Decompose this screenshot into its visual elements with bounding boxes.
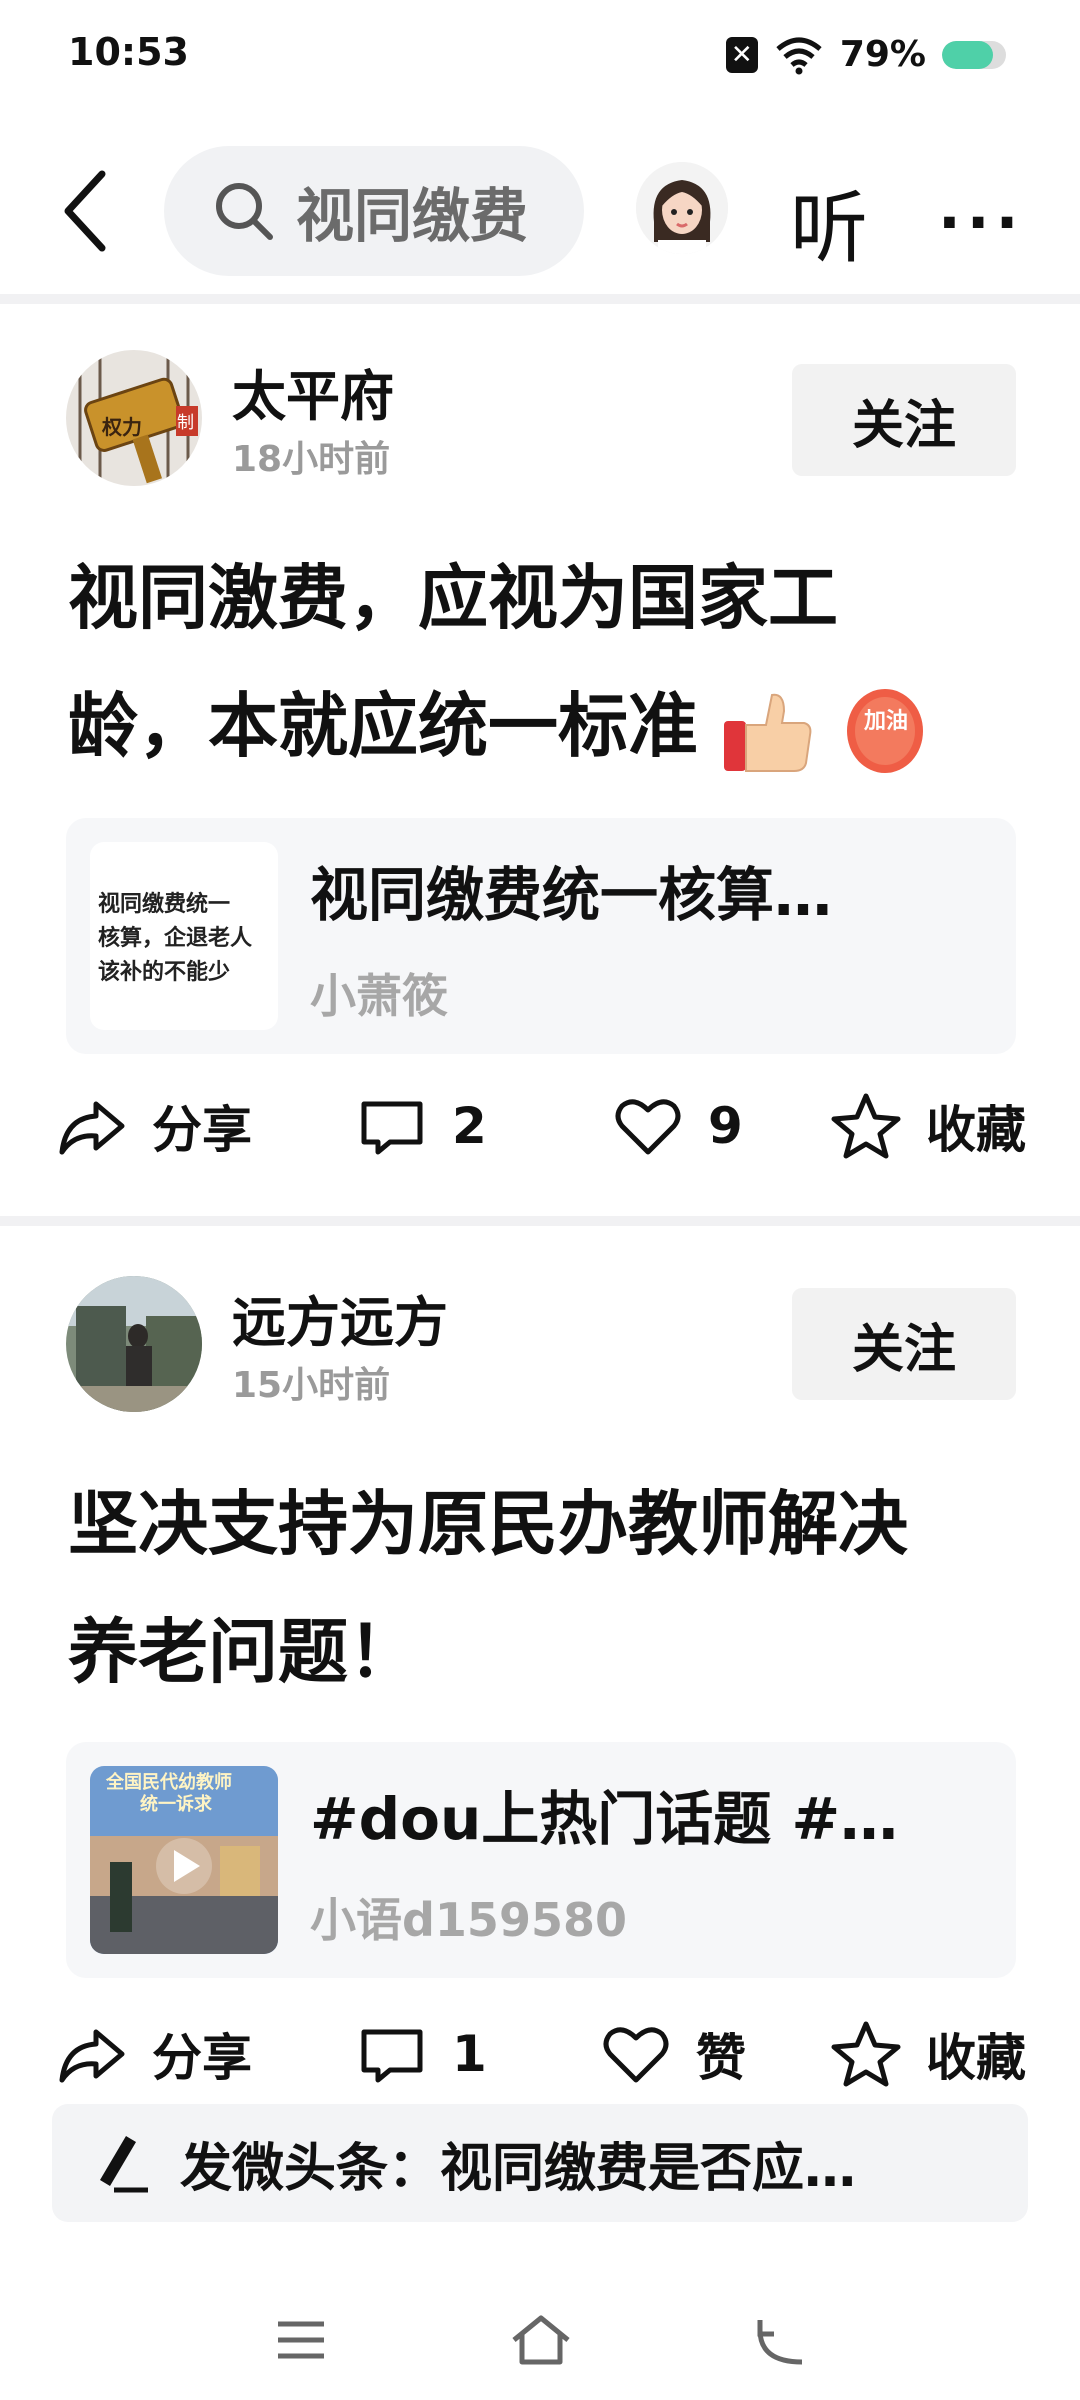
video-thumbnail: 全国民代幼教师 统一诉求 [90,1766,278,1954]
post-text-line: 坚决支持为原民办教师解决 [68,1483,908,1565]
reference-thumbnail: 视同缴费统一 核算，企退老人 该补的不能少 [90,842,278,1030]
post-actions: 分享 2 9 收藏 [0,1090,1080,1180]
no-sim-icon: ✕ [725,36,758,73]
author-avatar[interactable] [66,1276,202,1412]
star-icon [831,2021,901,2087]
comment-icon [361,2029,423,2083]
jiayou-lantern-icon: 加油 [846,688,923,773]
like-button[interactable]: 9 [612,1090,743,1162]
post-text[interactable]: 视同激费，应视为国家工 龄，本就应统一标准 加油 [68,534,1028,790]
svg-text:加油: 加油 [863,709,908,734]
post-text-line-2: 龄，本就应统一标准 加油 [68,662,1028,790]
star-icon [831,1093,901,1159]
listen-button[interactable]: 听 [790,166,868,278]
status-time: 10:53 [68,30,189,74]
like-button[interactable]: 赞 [600,2018,746,2090]
video-reference-card[interactable]: 全国民代幼教师 统一诉求 #dou上热门话题 #… 小语d159580 [66,1742,1016,1978]
compose-post-bar[interactable]: 发微头条：视同缴费是否应… [52,2104,1028,2222]
svg-text:全国民代幼教师: 全国民代幼教师 [105,1771,232,1793]
reference-author: 小萧筱 [310,969,448,1023]
home-icon[interactable] [506,2310,576,2370]
search-query: 视同缴费 [296,182,529,250]
reference-title: 视同缴费统一核算… [310,861,833,929]
wifi-icon [776,37,822,74]
divider [0,294,1080,304]
follow-button[interactable]: 关注 [792,1288,1016,1400]
post-text-line-2: 养老问题！ [68,1611,418,1693]
user-avatar[interactable] [636,162,728,254]
share-icon [59,1101,125,1155]
pen-icon [100,2136,148,2193]
follow-button[interactable]: 关注 [792,364,1016,476]
search-bar[interactable]: 视同缴费 [164,146,584,276]
author-name[interactable]: 远方远方 [232,1278,448,1357]
heart-icon [603,2027,669,2083]
back-icon[interactable] [746,2310,816,2370]
more-menu-button[interactable]: ··· [938,188,1024,258]
post-time: 15小时前 [232,1365,391,1406]
author-name[interactable]: 太平府 [232,352,394,431]
search-icon [216,183,273,240]
reference-title: #dou上热门话题 #… [310,1785,899,1853]
favorite-button[interactable]: 收藏 [830,2018,1026,2090]
post-card[interactable]: 远方远方 15小时前 关注 坚决支持为原民办教师解决 养老问题！ 全国民代幼教师… [0,1226,1080,2096]
menu-icon[interactable] [266,2310,336,2370]
battery-percent: 79% [839,34,926,75]
post-time: 18小时前 [232,439,391,480]
avatar-text: 权力 [101,415,142,439]
reference-author: 小语d159580 [310,1893,627,1947]
divider [0,1216,1080,1226]
favorite-button[interactable]: 收藏 [830,1090,1026,1162]
svg-text:制: 制 [177,413,194,433]
comment-icon [361,1101,423,1155]
comment-button[interactable]: 2 [356,1090,487,1162]
compose-label: 发微头条：视同缴费是否应… [180,2138,857,2199]
post-text[interactable]: 坚决支持为原民办教师解决 养老问题！ [68,1460,1028,1716]
status-bar: 10:53 ✕ 79% [0,0,1080,120]
back-arrow-icon[interactable] [56,166,116,256]
status-right: ✕ 79% [725,34,1006,75]
post-card[interactable]: 权力 制 太平府 18小时前 关注 视同激费，应视为国家工 龄，本就应统一标准 … [0,304,1080,1214]
top-nav: 视同缴费 听 ··· [0,140,1080,280]
post-text-line: 视同激费，应视为国家工 [68,557,838,639]
system-nav-bar [0,2290,1080,2400]
reference-card[interactable]: 视同缴费统一 核算，企退老人 该补的不能少 视同缴费统一核算… 小萧筱 [66,818,1016,1054]
comment-count: 1 [452,2025,487,2083]
heart-icon [615,1099,681,1155]
comment-count: 2 [452,1097,487,1155]
share-button[interactable]: 分享 [56,1090,252,1162]
like-label: 赞 [696,2029,746,2087]
thumbs-up-icon [724,693,812,772]
like-count: 9 [708,1097,743,1155]
post-actions: 分享 1 赞 收藏 [0,2018,1080,2108]
svg-text:统一诉求: 统一诉求 [140,1793,213,1815]
author-avatar[interactable]: 权力 制 [66,350,202,486]
battery-icon [942,40,1006,69]
share-button[interactable]: 分享 [56,2018,252,2090]
comment-button[interactable]: 1 [356,2018,487,2090]
share-icon [59,2029,125,2083]
